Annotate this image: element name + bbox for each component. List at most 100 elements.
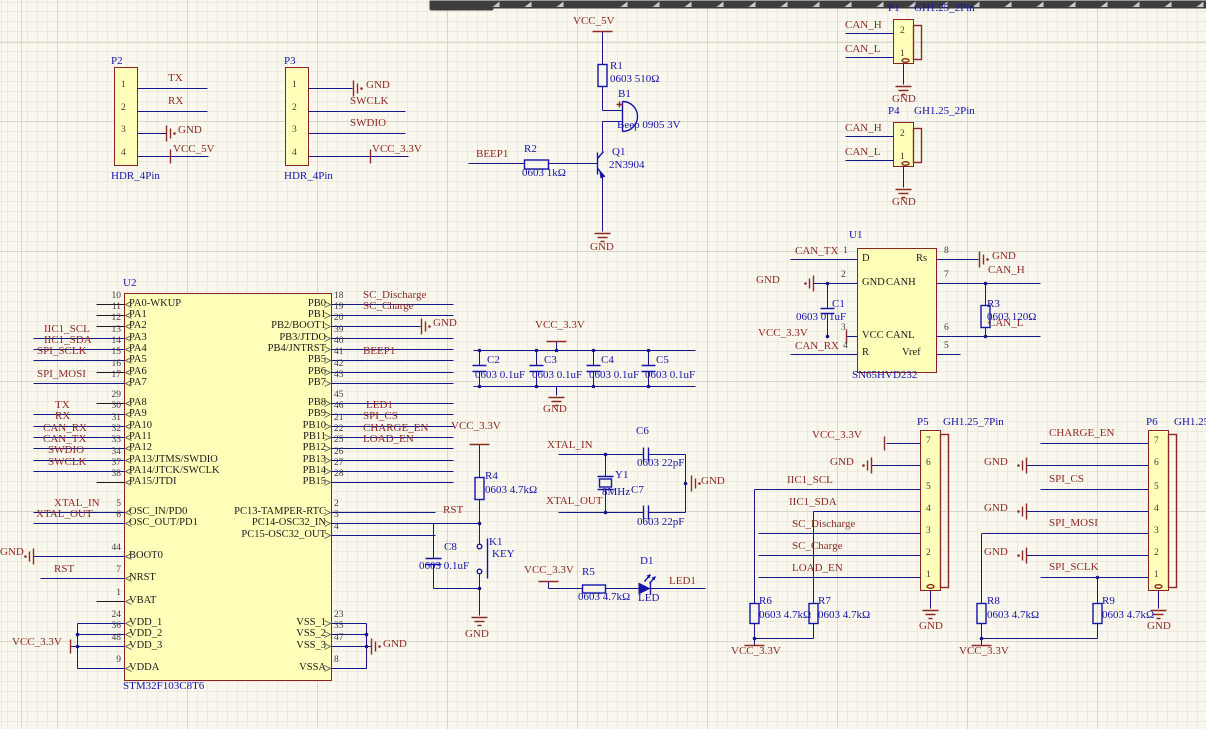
- q1-value: 2N3904: [609, 159, 645, 171]
- u1-pinname-canl: CANL: [886, 330, 915, 341]
- power-label-vcc33-decap: VCC_3.3V: [535, 319, 585, 331]
- p4-pin2-num: 2: [900, 129, 905, 139]
- u2-pin-boot0-num: 44: [111, 543, 122, 553]
- p6-pin4-num: 4: [1154, 504, 1159, 514]
- u2-pin-pb0-num: 18: [334, 291, 344, 301]
- u1-pin6-num: 6: [944, 323, 949, 333]
- p6-pin1-num: 1: [1154, 570, 1159, 580]
- u2-pinname-vss-2: VSS_2: [296, 628, 326, 639]
- net-label-swdio-u2: SWDIO: [48, 444, 85, 456]
- u2-pin-pb3-jtdo-num: 39: [334, 325, 344, 335]
- u2-pin-pa5-num: 15: [111, 347, 122, 357]
- p3-pin2-num: 2: [292, 103, 297, 113]
- k1-value: KEY: [492, 548, 515, 560]
- p1-part: GH1.25_2Pin: [914, 2, 975, 14]
- power-label-vcc33-vdd: VCC_3.3V: [12, 636, 62, 648]
- net-label-spi-sclk-u2: SPI_SCLK: [37, 345, 87, 357]
- u2-pinname-pc15-osc32-out: PC15-OSC32_OUT: [241, 529, 326, 540]
- u2-pin-osc-out-pd1-num: 6: [116, 510, 121, 520]
- u2-pin-pb7-num: 43: [334, 370, 344, 380]
- p2-pin4-num: 4: [121, 148, 126, 158]
- u1-pin4-num: 4: [843, 341, 848, 351]
- u2-pin-vdd-1-num: 24: [111, 610, 122, 620]
- u1-pin2-num: 2: [841, 270, 846, 280]
- r7-value: 0603 4.7kΩ: [818, 609, 871, 621]
- c4-designator: C4: [601, 354, 614, 366]
- net-label-xtalout: XTAL_OUT: [546, 495, 603, 507]
- gnd-label-p6-pin2: GND: [984, 546, 1008, 558]
- gnd-label-u1-pin2: GND: [756, 274, 780, 286]
- power-label-vcc33-u1: VCC_3.3V: [758, 327, 808, 339]
- net-label-spisclk-p6: SPI_SCLK: [1049, 561, 1099, 573]
- u2-pinname-pb8: PB8: [307, 397, 326, 408]
- net-label-beep1: BEEP1: [476, 148, 509, 160]
- net-label-swclk-p3: SWCLK: [350, 95, 389, 107]
- u2-pin-pa10-num: 31: [111, 413, 122, 423]
- u2-pinname-pa2: PA2: [129, 320, 147, 331]
- u2-pin-pa8-num: 29: [111, 390, 122, 400]
- u2-pinname-pb15: PB15: [302, 476, 326, 487]
- u2-pin-vss-1-num: 23: [334, 610, 344, 620]
- gnd-label-p1: GND: [892, 93, 916, 105]
- gnd-label-pb2: GND: [433, 317, 457, 329]
- p5-pin7-num: 7: [926, 436, 931, 446]
- u2-pin-pb1-num: 19: [334, 302, 344, 312]
- r6-value: 0603 4.7kΩ: [759, 609, 812, 621]
- net-label-canrx-u1: CAN_RX: [795, 340, 840, 352]
- u2-pinname-pb12: PB12: [302, 442, 326, 453]
- u2-pin-pa7-num: 17: [111, 370, 122, 380]
- net-label-scdischarge-p5: SC_Discharge: [792, 518, 856, 530]
- u2-pinname-osc-out-pd1: OSC_OUT/PD1: [129, 517, 198, 528]
- u2-pinname-pb0: PB0: [307, 298, 326, 309]
- gnd-label-p6-pin4: GND: [984, 502, 1008, 514]
- net-label-led1: LED1: [669, 575, 696, 587]
- r9-designator: R9: [1102, 595, 1115, 607]
- p5-designator: P5: [917, 416, 929, 428]
- gnd-label-p4: GND: [892, 196, 916, 208]
- u2-pin-pc13-tamper-rtc-num: 2: [334, 499, 339, 509]
- u1-designator: U1: [849, 229, 863, 241]
- u2-pin-pa2-num: 12: [111, 313, 122, 323]
- c2-value: 0603 0.1uF: [475, 369, 526, 381]
- u2-pinname-vdda: VDDA: [129, 662, 160, 673]
- u1-pin8-num: 8: [944, 246, 949, 256]
- p4-designator: P4: [888, 105, 900, 117]
- u2-pinname-pa7: PA7: [129, 377, 147, 388]
- p1-designator: P1: [888, 2, 900, 14]
- u2-pinname-pb3-jtdo: PB3/JTDO: [279, 332, 326, 343]
- u2-pinname-pb1: PB1: [307, 309, 326, 320]
- u2-pin-pa1-num: 11: [111, 302, 121, 312]
- gnd-label-p5-pin6: GND: [830, 456, 854, 468]
- net-label-beep1-u2: BEEP1: [363, 345, 396, 357]
- p5-pin1-num: 1: [926, 570, 931, 580]
- u2-pin-pb8-num: 45: [334, 390, 344, 400]
- u2-pin-pb14-num: 27: [334, 458, 344, 468]
- schematic-canvas[interactable]: P2 HDR_4Pin 1 2 3 4 TX RX GND VCC_5V P3 HDR_4Pin 1 2 3…: [0, 0, 1206, 729]
- p4-pin1-num: 1: [900, 152, 905, 162]
- schematic-text-layer: P2 HDR_4Pin 1 2 3 4 TX RX GND VCC_5V P3 HDR_4Pin 1 2 3…: [0, 0, 1206, 729]
- r4-designator: R4: [485, 470, 498, 482]
- gnd-label-key: GND: [465, 628, 489, 640]
- gnd-label-p6: GND: [1147, 620, 1171, 632]
- u1-pin3-num: 3: [841, 323, 846, 333]
- p6-designator: P6: [1146, 416, 1158, 428]
- net-label-iic1scl-p5: IIC1_SCL: [787, 474, 833, 486]
- p2-pin1-num: 1: [121, 80, 126, 90]
- u1-part: SN65HVD232: [852, 369, 918, 381]
- u2-pin-pa12-num: 33: [111, 435, 122, 445]
- u2-pin-pb4-jntrst-num: 40: [334, 336, 344, 346]
- p3-pin1-num: 1: [292, 80, 297, 90]
- u1-pinname-gnd: GND: [862, 277, 885, 288]
- u2-pinname-vdd-2: VDD_2: [129, 628, 163, 639]
- net-label-spics-u2: SPI_CS: [363, 410, 398, 422]
- p2-designator: P2: [111, 55, 123, 67]
- c8-value: 0603 0.1uF: [419, 560, 470, 572]
- net-label-cantx-u1: CAN_TX: [795, 245, 839, 257]
- u2-pin-pa9-num: 30: [111, 401, 122, 411]
- net-label-canh-p1: CAN_H: [845, 19, 882, 31]
- u2-part: STM32F103C8T6: [123, 680, 205, 692]
- k1-designator: K1: [489, 536, 503, 548]
- u2-pin-pb15-num: 28: [334, 469, 344, 479]
- u2-pin-vssa-num: 8: [334, 655, 339, 665]
- u1-pinname-r: R: [862, 347, 870, 358]
